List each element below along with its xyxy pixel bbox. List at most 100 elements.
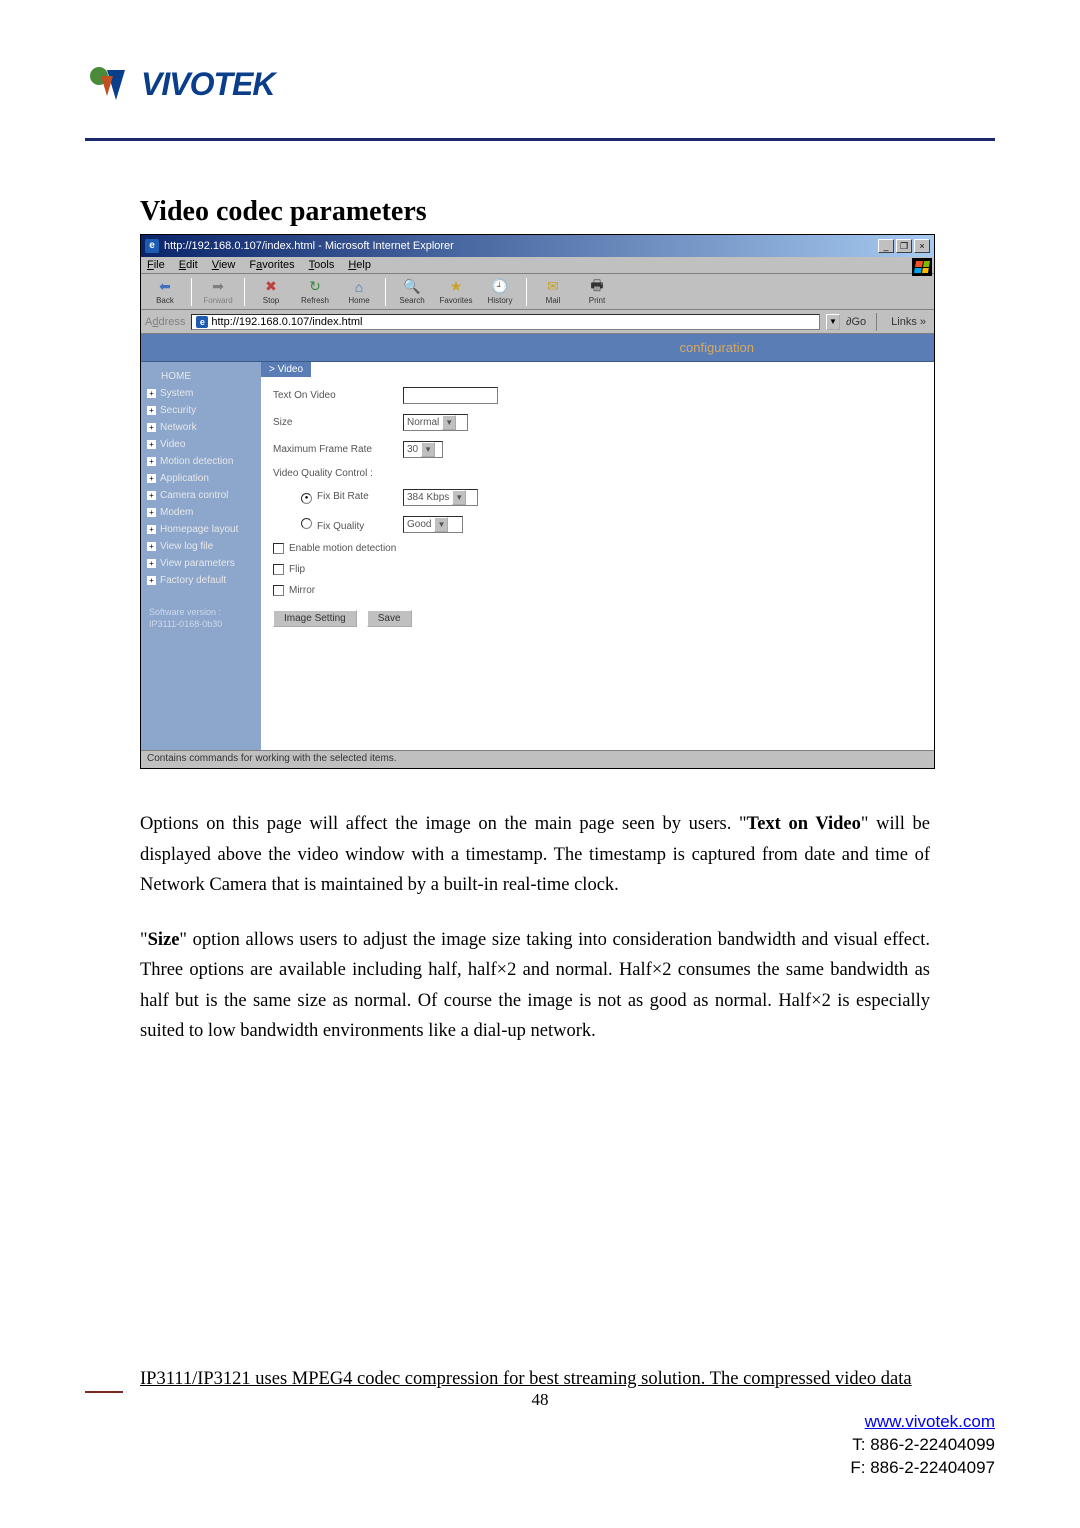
size-label: Size — [273, 417, 403, 428]
expand-icon: + — [147, 576, 156, 585]
print-button[interactable]: 🖶Print — [577, 277, 617, 307]
sidebar-item-camera[interactable]: +Camera control — [145, 487, 257, 504]
page-content: configuration HOME +System +Security +Ne… — [141, 334, 934, 750]
browser-window: e http://192.168.0.107/index.html - Micr… — [140, 234, 935, 769]
fix-bitrate-option[interactable]: Fix Bit Rate — [273, 491, 403, 504]
radio-icon — [301, 518, 312, 529]
expand-icon: + — [147, 406, 156, 415]
expand-icon: + — [147, 491, 156, 500]
menubar: File Edit View Favorites Tools Help — [141, 257, 934, 274]
sidebar-home[interactable]: HOME — [145, 368, 257, 385]
window-controls: _ ❐ × — [878, 239, 930, 253]
fax: F: 886-2-22404097 — [850, 1458, 995, 1477]
expand-icon: + — [147, 440, 156, 449]
addressbar: Address e http://192.168.0.107/index.htm… — [141, 310, 934, 334]
menu-tools[interactable]: Tools — [309, 259, 335, 271]
sidebar-item-factory[interactable]: +Factory default — [145, 572, 257, 589]
page-number: 48 — [0, 1390, 1080, 1410]
expand-icon: + — [147, 423, 156, 432]
sidebar: HOME +System +Security +Network +Video +… — [141, 362, 261, 750]
expand-icon: + — [147, 389, 156, 398]
menu-file[interactable]: File — [147, 259, 165, 271]
close-button[interactable]: × — [914, 239, 930, 253]
history-button[interactable]: 🕘History — [480, 277, 520, 307]
mail-button[interactable]: ✉Mail — [533, 277, 573, 307]
telephone: T: 886-2-22404099 — [852, 1435, 995, 1454]
expand-icon: + — [147, 525, 156, 534]
expand-icon: + — [147, 542, 156, 551]
logo-icon — [85, 60, 133, 108]
text-on-video-label: Text On Video — [273, 390, 403, 401]
expand-icon: + — [147, 474, 156, 483]
logo: VIVOTEK — [85, 60, 995, 108]
checkbox-icon — [273, 564, 284, 575]
mirror-check[interactable]: Mirror — [273, 585, 922, 596]
text-on-video-input[interactable] — [403, 387, 498, 404]
sidebar-item-homepage[interactable]: +Homepage layout — [145, 521, 257, 538]
sidebar-item-application[interactable]: +Application — [145, 470, 257, 487]
statusbar: Contains commands for working with the s… — [141, 750, 934, 768]
body-text: Options on this page will affect the ima… — [140, 809, 930, 1047]
menu-view[interactable]: View — [212, 259, 236, 271]
max-frame-label: Maximum Frame Rate — [273, 444, 403, 455]
software-version: Software version : IP3111-0168-0b30 — [145, 607, 257, 630]
titlebar: e http://192.168.0.107/index.html - Micr… — [141, 235, 934, 257]
chevron-down-icon: ▼ — [452, 490, 466, 505]
chevron-down-icon: ▼ — [421, 442, 435, 457]
sidebar-item-system[interactable]: +System — [145, 385, 257, 402]
menu-favorites[interactable]: Favorites — [249, 259, 294, 271]
max-frame-select[interactable]: 30▼ — [403, 441, 443, 458]
favorites-button[interactable]: ★Favorites — [436, 277, 476, 307]
expand-icon: + — [147, 508, 156, 517]
sidebar-item-network[interactable]: +Network — [145, 419, 257, 436]
expand-icon: + — [147, 559, 156, 568]
go-button[interactable]: ∂Go — [846, 316, 866, 328]
chevron-down-icon: ▼ — [442, 415, 456, 430]
home-button[interactable]: ⌂Home — [339, 277, 379, 307]
size-select[interactable]: Normal▼ — [403, 414, 468, 431]
refresh-button[interactable]: ↻Refresh — [295, 277, 335, 307]
sidebar-item-motion[interactable]: +Motion detection — [145, 453, 257, 470]
links-button[interactable]: Links » — [887, 316, 930, 328]
save-button[interactable]: Save — [367, 610, 412, 627]
website-link[interactable]: www.vivotek.com — [865, 1412, 995, 1431]
menu-edit[interactable]: Edit — [179, 259, 198, 271]
stop-button[interactable]: ✖Stop — [251, 277, 291, 307]
window-title: http://192.168.0.107/index.html - Micros… — [164, 240, 454, 252]
image-setting-button[interactable]: Image Setting — [273, 610, 357, 627]
address-input[interactable]: e http://192.168.0.107/index.html — [191, 314, 820, 330]
footer-continuation: IP3111/IP3121 uses MPEG4 codec compressi… — [140, 1369, 995, 1390]
checkbox-icon — [273, 543, 284, 554]
fix-bitrate-select[interactable]: 384 Kbps▼ — [403, 489, 478, 506]
maximize-button[interactable]: ❐ — [896, 239, 912, 253]
address-label: Address — [145, 316, 185, 328]
address-dropdown-icon[interactable]: ▼ — [826, 314, 840, 330]
sidebar-item-viewlog[interactable]: +View log file — [145, 538, 257, 555]
expand-icon: + — [147, 457, 156, 466]
ie-icon: e — [145, 239, 159, 253]
back-button[interactable]: ⬅Back — [145, 277, 185, 307]
breadcrumb: > Video — [261, 362, 311, 377]
sidebar-item-security[interactable]: +Security — [145, 402, 257, 419]
search-button[interactable]: 🔍Search — [392, 277, 432, 307]
section-title: Video codec parameters — [140, 196, 995, 228]
menu-help[interactable]: Help — [348, 259, 371, 271]
vqc-label: Video Quality Control : — [273, 468, 373, 479]
sidebar-item-video[interactable]: +Video — [145, 436, 257, 453]
flip-check[interactable]: Flip — [273, 564, 922, 575]
checkbox-icon — [273, 585, 284, 596]
ms-flag-icon — [912, 258, 932, 276]
fix-quality-select[interactable]: Good▼ — [403, 516, 463, 533]
chevron-down-icon: ▼ — [434, 517, 448, 532]
sidebar-item-viewparams[interactable]: +View parameters — [145, 555, 257, 572]
config-main: > Video Text On Video Size Normal▼ Maxim… — [261, 362, 934, 750]
toolbar: ⬅Back ➡Forward ✖Stop ↻Refresh ⌂Home 🔍Sea… — [141, 274, 934, 310]
logo-text: VIVOTEK — [141, 66, 274, 103]
enable-motion-check[interactable]: Enable motion detection — [273, 543, 922, 554]
header-rule — [85, 138, 995, 141]
contact-block: www.vivotek.com T: 886-2-22404099 F: 886… — [850, 1411, 995, 1480]
minimize-button[interactable]: _ — [878, 239, 894, 253]
sidebar-item-modem[interactable]: +Modem — [145, 504, 257, 521]
forward-button[interactable]: ➡Forward — [198, 277, 238, 307]
fix-quality-option[interactable]: Fix Quality — [273, 518, 403, 532]
